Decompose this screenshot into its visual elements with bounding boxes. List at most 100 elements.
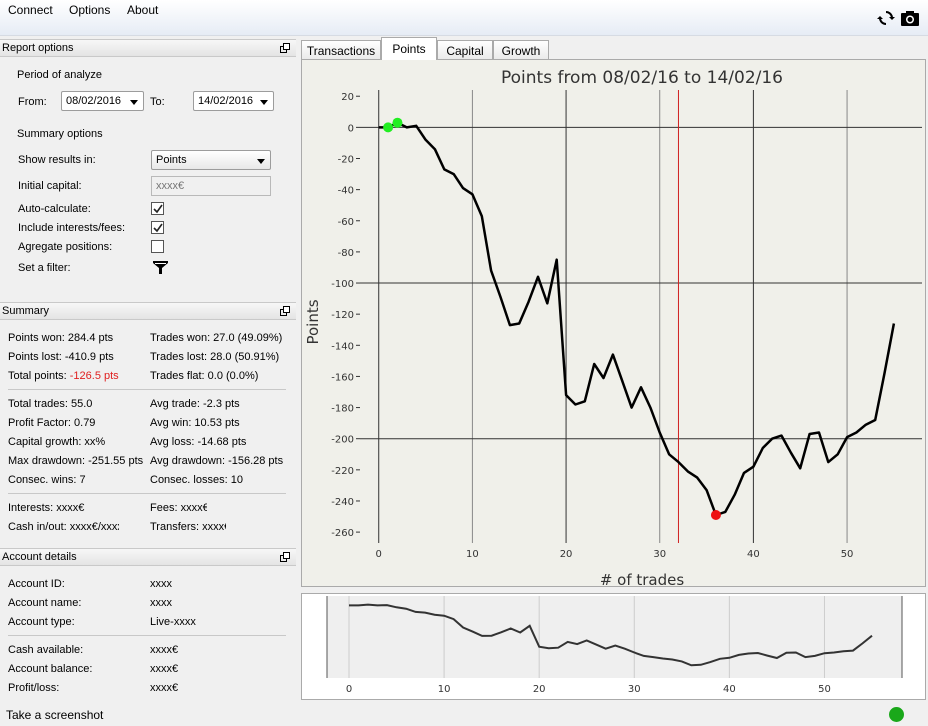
account-id-label: Account ID: [8,578,65,590]
x-tick-label: 40 [747,549,760,560]
cash-available-value: xxxx€ [150,644,179,656]
y-tick-label: -80 [338,248,354,259]
auto-calculate-checkbox[interactable] [151,202,164,215]
profit-loss-label: Profit/loss: [8,682,60,694]
show-results-select[interactable]: Points [151,150,271,170]
summary-title: Summary [2,305,50,317]
menu-about[interactable]: About [127,3,158,17]
y-tick-label: -240 [331,497,354,508]
camera-icon[interactable] [900,9,920,27]
chevron-down-icon [260,100,268,105]
cash-in-out: Cash in/out: xxxx€/xxxx€ [8,521,119,533]
menu-bar: Connect Options About [0,0,928,36]
chart-x-axis-label: # of trades [600,571,685,586]
max-point-marker [392,117,403,128]
report-options-header: Report options [0,39,296,57]
to-date-picker[interactable]: 14/02/2016 [193,91,274,111]
from-date-picker[interactable]: 08/02/2016 [61,91,144,111]
chart-navigator[interactable]: 0 10 20 30 40 50 [302,594,925,699]
x-tick-label: 10 [466,549,479,560]
include-fees-label: Include interests/fees: [18,222,126,234]
consec-wins: Consec. wins: 7 [8,474,86,486]
chart-title: Points from 08/02/16 to 14/02/16 [501,68,783,88]
account-id-value: xxxx [150,578,172,590]
trades-lost: Trades lost: 28.0 (50.91%) [150,351,280,363]
y-tick-label: -260 [331,528,354,539]
divider [8,493,286,494]
transfers: Transfers: xxxx€ [150,521,226,533]
total-trades: Total trades: 55.0 [8,398,93,410]
to-label: To: [150,96,165,108]
y-tick-label: -180 [331,404,354,415]
to-date-value: 14/02/2016 [198,95,254,107]
take-screenshot-button[interactable]: Take a screenshot [6,708,103,722]
tab-transactions[interactable]: Transactions [301,40,381,60]
total-points-value: -126.5 pts [69,370,119,382]
profit-loss-value: xxxx€ [150,682,179,694]
refresh-icon[interactable] [876,9,896,27]
filter-icon[interactable] [153,260,168,275]
interests: Interests: xxxx€ [8,502,85,514]
period-label: Period of analyze [17,69,102,81]
profit-factor: Profit Factor: 0.79 [8,417,96,429]
navigator-tick-label: 0 [346,684,352,695]
float-panel-icon[interactable] [280,552,290,562]
chevron-down-icon [130,100,138,105]
set-filter-label: Set a filter: [18,262,71,274]
x-tick-label: 50 [841,549,854,560]
float-panel-icon[interactable] [280,43,290,53]
from-date-value: 08/02/2016 [66,95,122,107]
initial-capital-label: Initial capital: [18,180,82,192]
show-results-value: Points [156,154,187,166]
y-tick-label: -200 [331,435,354,446]
navigator-tick-label: 40 [723,684,736,695]
points-lost: Points lost: -410.9 pts [8,351,114,363]
navigator-tick-label: 30 [628,684,641,695]
tab-capital[interactable]: Capital [437,40,493,60]
points-chart[interactable]: Points from 08/02/16 to 14/02/16 # of tr… [302,60,925,589]
chevron-down-icon [257,159,265,164]
account-name-label: Account name: [8,597,82,609]
aggregate-positions-checkbox[interactable] [151,240,164,253]
include-fees-checkbox[interactable] [151,221,164,234]
y-tick-label: -140 [331,341,354,352]
navigator-selection[interactable] [327,596,902,678]
divider [8,635,286,636]
y-tick-label: -100 [331,279,354,290]
checkmark-icon [153,204,163,214]
navigator-tick-label: 50 [818,684,831,695]
navigator-tick-label: 20 [533,684,546,695]
avg-drawdown: Avg drawdown: -156.28 pts [150,455,284,467]
aggregate-positions-label: Agregate positions: [18,241,113,253]
avg-win: Avg win: 10.53 pts [150,417,240,429]
chart-y-axis-label: Points [304,299,322,344]
min-point-marker [710,509,721,520]
avg-loss: Avg loss: -14.68 pts [150,436,247,448]
account-details-header: Account details [0,548,296,566]
max-point-marker [383,122,394,133]
max-drawdown: Max drawdown: -251.55 pts [8,455,144,467]
show-results-label: Show results in: [18,154,96,166]
account-details-title: Account details [2,551,77,563]
tab-growth[interactable]: Growth [493,40,549,60]
trades-won: Trades won: 27.0 (49.09%) [150,332,283,344]
y-tick-label: -120 [331,310,354,321]
float-panel-icon[interactable] [280,306,290,316]
navigator-tick-label: 10 [438,684,451,695]
y-tick-label: -220 [331,466,354,477]
capital-growth: Capital growth: xx% [8,436,106,448]
report-options-title: Report options [2,42,74,54]
menu-options[interactable]: Options [69,3,110,17]
plot-area [360,90,922,543]
divider [8,389,286,390]
initial-capital-input[interactable] [152,177,270,195]
points-won: Points won: 284.4 pts [8,332,114,344]
tab-points[interactable]: Points [381,37,437,60]
y-tick-label: 0 [348,123,354,134]
initial-capital-field-wrap [151,176,271,196]
avg-trade: Avg trade: -2.3 pts [150,398,240,410]
cash-available-label: Cash available: [8,644,84,656]
auto-calculate-label: Auto-calculate: [18,203,91,215]
x-tick-label: 30 [653,549,666,560]
menu-connect[interactable]: Connect [8,3,53,17]
